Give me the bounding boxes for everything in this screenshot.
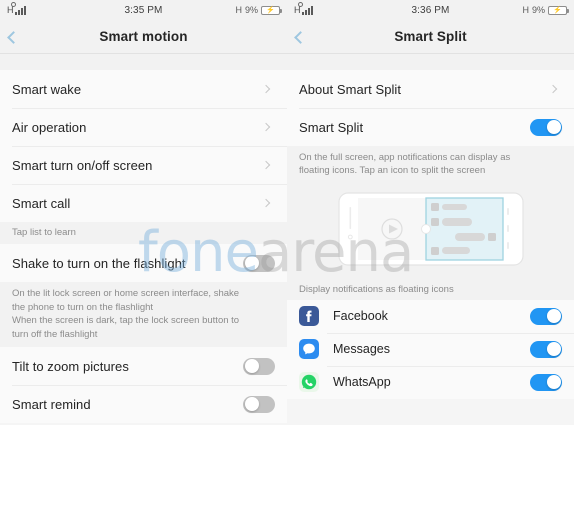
- chevron-right-icon: [261, 122, 271, 132]
- app-name-label: Messages: [333, 342, 390, 357]
- list-item-label: Smart Split: [299, 119, 364, 135]
- floating-icons-section-label: Display notifications as floating icons: [287, 277, 574, 300]
- list-item-smart-wake[interactable]: Smart wake: [0, 70, 287, 108]
- illustration-container: [287, 183, 574, 278]
- chevron-right-icon: [261, 160, 271, 170]
- screenshot-root: H 3:35 PM H 9% ⚡ Smart motion Smart wake: [0, 0, 574, 510]
- list-item-smart-remind[interactable]: Smart remind: [0, 385, 287, 424]
- list-item-smart-call[interactable]: Smart call: [0, 184, 287, 222]
- smart-split-settings-group: About Smart Split Smart Split: [287, 70, 574, 146]
- phone-screen-smart-motion: H 3:35 PM H 9% ⚡ Smart motion Smart wake: [0, 0, 287, 425]
- list-item-label: Smart turn on/off screen: [12, 157, 153, 173]
- list-item-tilt-to-zoom[interactable]: Tilt to zoom pictures: [0, 347, 287, 386]
- toggle-knob: [244, 397, 259, 412]
- list-item-air-operation[interactable]: Air operation: [0, 108, 287, 146]
- tap-list-hint: Tap list to learn: [0, 222, 287, 245]
- toggle-knob: [244, 359, 259, 374]
- messages-toggle[interactable]: [530, 340, 562, 358]
- toggle-knob: [546, 375, 561, 390]
- list-item-label: Tilt to zoom pictures: [12, 358, 129, 374]
- smart-remind-toggle[interactable]: [243, 395, 275, 413]
- app-row-messages[interactable]: Messages: [287, 332, 574, 366]
- tap-list-hint-text: Tap list to learn: [12, 227, 76, 238]
- list-item-smart-turn-on-off-screen[interactable]: Smart turn on/off screen: [0, 146, 287, 184]
- toggle-knob: [546, 309, 561, 324]
- shake-description: On the lit lock screen or home screen in…: [0, 282, 287, 348]
- lightning-bolt-icon: ⚡: [553, 6, 562, 14]
- smart-motion-list: Smart wake Air operation Smart turn on/o…: [0, 70, 287, 222]
- battery-percent-label: 9%: [244, 5, 258, 15]
- motion-toggles-group: Tilt to zoom pictures Smart remind: [0, 347, 287, 424]
- page-title: Smart motion: [99, 29, 188, 44]
- top-spacer: [0, 54, 287, 70]
- title-bar-right: Smart Split: [287, 20, 574, 54]
- shake-description-line-2: the phone to turn on the flashlight: [12, 301, 154, 313]
- shake-description-line-1: On the lit lock screen or home screen in…: [12, 288, 240, 300]
- split-screen-phone-illustration: [337, 192, 524, 266]
- app-name-label: WhatsApp: [333, 375, 391, 390]
- app-row-facebook[interactable]: Facebook: [287, 299, 574, 333]
- status-bar-right: H 3:36 PM H 9% ⚡: [287, 0, 574, 20]
- messages-bubble-icon: [299, 339, 319, 360]
- toggle-knob: [546, 342, 561, 357]
- battery-icon: ⚡: [548, 5, 569, 15]
- chevron-right-icon: [261, 198, 271, 208]
- list-item-label: Shake to turn on the flashlight: [12, 255, 186, 271]
- shake-flashlight-toggle[interactable]: [243, 254, 275, 272]
- list-item-label: Smart wake: [12, 81, 82, 97]
- battery-percent-label: 9%: [531, 5, 545, 15]
- smart-split-description: On the full screen, app notifications ca…: [287, 146, 574, 184]
- list-item-label: About Smart Split: [299, 81, 402, 97]
- list-item-shake-flashlight[interactable]: Shake to turn on the flashlight: [0, 244, 287, 283]
- app-name-label: Facebook: [333, 309, 388, 324]
- tilt-to-zoom-toggle[interactable]: [243, 357, 275, 375]
- list-item-label: Air operation: [12, 119, 87, 135]
- status-bar-battery-group: H 9% ⚡: [522, 5, 569, 15]
- lightning-bolt-icon: ⚡: [266, 6, 275, 14]
- smart-split-toggle[interactable]: [530, 118, 562, 136]
- page-title: Smart Split: [394, 29, 467, 44]
- facebook-toggle[interactable]: [530, 307, 562, 325]
- app-row-whatsapp[interactable]: WhatsApp: [287, 365, 574, 399]
- status-bar-battery-group: H 9% ⚡: [235, 5, 282, 15]
- battery-network-label: H: [235, 5, 242, 15]
- chevron-right-icon: [261, 84, 271, 94]
- chevron-left-icon: [294, 30, 307, 44]
- shake-description-line-3: When the screen is dark, tap the lock sc…: [12, 315, 240, 327]
- phone-screen-smart-split: H 3:36 PM H 9% ⚡ Smart Split About Smart…: [287, 0, 574, 425]
- title-bar-left: Smart motion: [0, 20, 287, 54]
- list-item-smart-split[interactable]: Smart Split: [287, 108, 574, 146]
- list-item-about-smart-split[interactable]: About Smart Split: [287, 70, 574, 108]
- smart-split-description-line-1: On the full screen, app notifications ca…: [299, 152, 511, 163]
- list-item-label: Smart remind: [12, 396, 91, 412]
- toggle-knob: [546, 120, 561, 134]
- whatsapp-toggle[interactable]: [530, 373, 562, 391]
- app-notification-list: Facebook Messages WhatsApp: [287, 299, 574, 399]
- back-button[interactable]: [7, 20, 20, 54]
- battery-icon: ⚡: [261, 5, 282, 15]
- whatsapp-icon: [299, 372, 319, 393]
- top-spacer: [287, 54, 574, 70]
- back-button[interactable]: [294, 20, 307, 54]
- shake-setting-group: Shake to turn on the flashlight: [0, 244, 287, 283]
- shake-description-line-4: turn off the flashlight: [12, 328, 98, 340]
- facebook-icon: [299, 306, 319, 327]
- smart-split-description-line-2: floating icons. Tap an icon to split the…: [299, 165, 486, 177]
- list-item-label: Smart call: [12, 195, 71, 211]
- toggle-knob: [244, 256, 259, 271]
- chevron-left-icon: [7, 30, 20, 44]
- status-bar-left: H 3:35 PM H 9% ⚡: [0, 0, 287, 20]
- battery-network-label: H: [522, 5, 529, 15]
- chevron-right-icon: [548, 84, 558, 94]
